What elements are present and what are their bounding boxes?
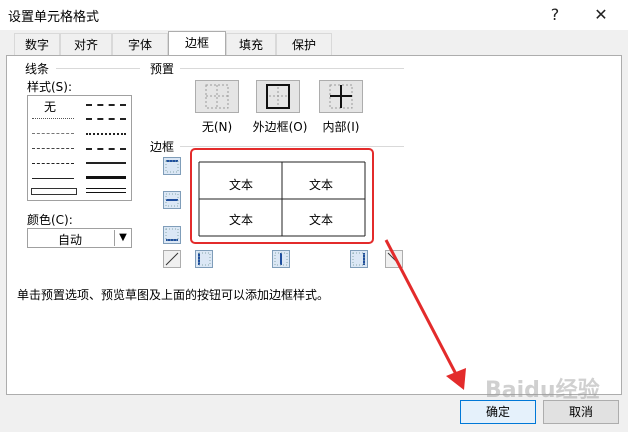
border-none-icon [205, 84, 229, 109]
preset-outline-button[interactable] [256, 80, 300, 113]
close-button[interactable]: ✕ [578, 0, 624, 30]
border-bottom-icon [165, 228, 179, 241]
presets-group-label: 预置 [150, 62, 175, 76]
line-style-option[interactable] [86, 118, 126, 120]
ok-button[interactable]: 确定 [460, 400, 536, 424]
hint-text: 单击预置选项、预览草图及上面的按钮可以添加边框样式。 [17, 288, 330, 302]
border-right-button[interactable] [350, 250, 368, 268]
window-title: 设置单元格格式 [8, 10, 100, 25]
border-group-divider [180, 146, 404, 147]
border-left-icon [198, 252, 211, 266]
tab-font[interactable]: 字体 [112, 33, 168, 55]
preset-inside-label: 内部(I) [322, 120, 360, 134]
line-style-option[interactable] [86, 104, 126, 106]
line-style-option[interactable] [86, 176, 126, 179]
line-style-option[interactable] [86, 133, 126, 135]
line-style-option-selected[interactable] [31, 188, 77, 195]
tab-protection[interactable]: 保护 [276, 33, 332, 55]
line-color-select[interactable]: 自动 ▼ [27, 228, 132, 248]
border-top-button[interactable] [163, 157, 181, 175]
diagonal-up-icon [165, 252, 179, 266]
tab-number[interactable]: 数字 [14, 33, 60, 55]
preset-inside-button[interactable] [319, 80, 363, 113]
border-outline-icon [266, 84, 290, 109]
line-color-value: 自动 [58, 233, 83, 247]
tab-fill[interactable]: 填充 [226, 33, 276, 55]
border-inside-horizontal-icon [165, 193, 179, 207]
chevron-down-icon[interactable]: ▼ [114, 230, 131, 246]
border-inside-icon [329, 84, 353, 109]
line-style-option[interactable] [86, 188, 126, 193]
line-style-option[interactable] [86, 148, 126, 150]
line-style-list[interactable]: 无 [27, 95, 132, 201]
border-bottom-button[interactable] [163, 226, 181, 244]
title-bar: 设置单元格格式 ? ✕ [0, 0, 628, 30]
border-inside-vertical-icon [274, 252, 288, 266]
line-color-label: 颜色(C): [27, 213, 73, 227]
line-style-none[interactable]: 无 [44, 98, 56, 115]
line-style-option[interactable] [32, 118, 74, 119]
line-style-label: 样式(S): [27, 80, 73, 94]
help-button[interactable]: ? [532, 0, 578, 30]
line-group-divider [56, 68, 140, 69]
preset-none-label: 无(N) [201, 120, 233, 134]
border-middle-vertical-button[interactable] [272, 250, 290, 268]
line-style-option[interactable] [32, 148, 74, 149]
line-group-label: 线条 [25, 62, 50, 76]
border-left-button[interactable] [195, 250, 213, 268]
annotation-arrow [384, 239, 466, 390]
line-style-option[interactable] [32, 178, 74, 179]
tab-border[interactable]: 边框 [168, 31, 226, 55]
tab-alignment[interactable]: 对齐 [60, 33, 112, 55]
line-style-option[interactable] [86, 162, 126, 164]
cancel-button[interactable]: 取消 [543, 400, 619, 424]
line-style-option[interactable] [32, 163, 74, 164]
border-top-icon [165, 160, 179, 173]
line-style-option[interactable] [32, 133, 74, 134]
preset-none-button[interactable] [195, 80, 239, 113]
border-group-label: 边框 [150, 140, 175, 154]
border-diagonal-up-button[interactable] [163, 250, 181, 268]
border-right-icon [352, 252, 365, 266]
border-middle-horizontal-button[interactable] [163, 191, 181, 209]
presets-group-divider [180, 68, 404, 69]
preset-outline-label: 外边框(O) [252, 120, 308, 134]
highlight-box [190, 148, 374, 244]
